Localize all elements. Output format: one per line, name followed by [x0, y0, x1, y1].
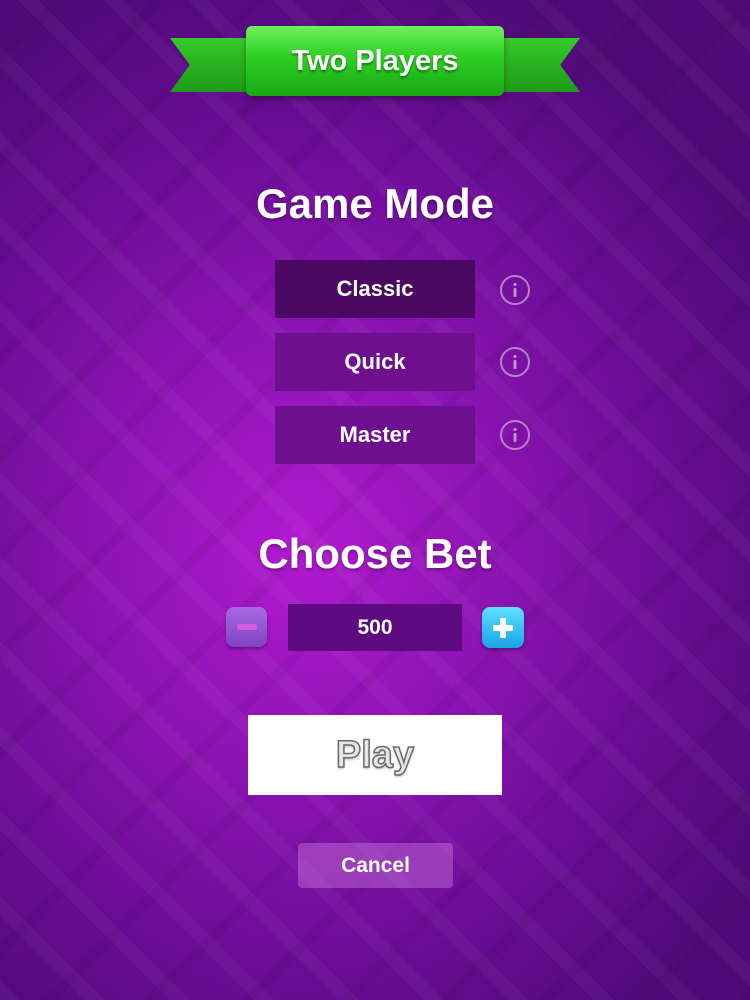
- minus-icon: [236, 624, 257, 630]
- increase-bet-button[interactable]: [482, 607, 524, 648]
- banner-title: Two Players: [291, 44, 459, 77]
- info-icon[interactable]: [500, 420, 530, 450]
- title-banner: Two Players: [170, 22, 580, 100]
- mode-master-button[interactable]: Master: [275, 406, 475, 464]
- info-icon[interactable]: [500, 347, 530, 377]
- play-label: Play: [335, 733, 415, 777]
- info-icon[interactable]: [500, 275, 530, 305]
- decrease-bet-button[interactable]: [226, 607, 267, 647]
- mode-quick-button[interactable]: Quick: [275, 333, 475, 391]
- play-button[interactable]: Play: [248, 715, 502, 795]
- bet-amount: 500: [288, 604, 462, 651]
- choose-bet-title: Choose Bet: [258, 530, 492, 577]
- game-mode-title: Game Mode: [255, 180, 495, 227]
- plus-icon: [493, 617, 513, 638]
- mode-classic-button[interactable]: Classic: [275, 260, 475, 318]
- cancel-button[interactable]: Cancel: [298, 843, 453, 888]
- ribbon-main: Two Players: [246, 26, 504, 96]
